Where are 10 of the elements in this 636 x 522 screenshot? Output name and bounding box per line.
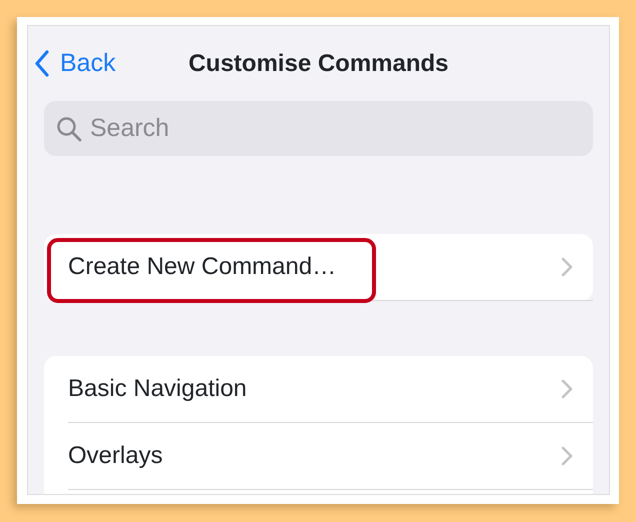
chevron-right-icon (561, 446, 573, 466)
list-item[interactable]: Create New Command… (68, 234, 593, 301)
chevron-left-icon (34, 50, 50, 77)
screen-title: Customise Commands (188, 50, 449, 76)
list-item[interactable]: Basic Navigation (68, 356, 593, 423)
search-field[interactable]: Search (44, 101, 593, 156)
chevron-right-icon (561, 257, 573, 277)
list-item[interactable]: Overlays (68, 423, 593, 490)
chevron-right-icon (561, 379, 573, 399)
back-button[interactable]: Back (34, 44, 116, 82)
